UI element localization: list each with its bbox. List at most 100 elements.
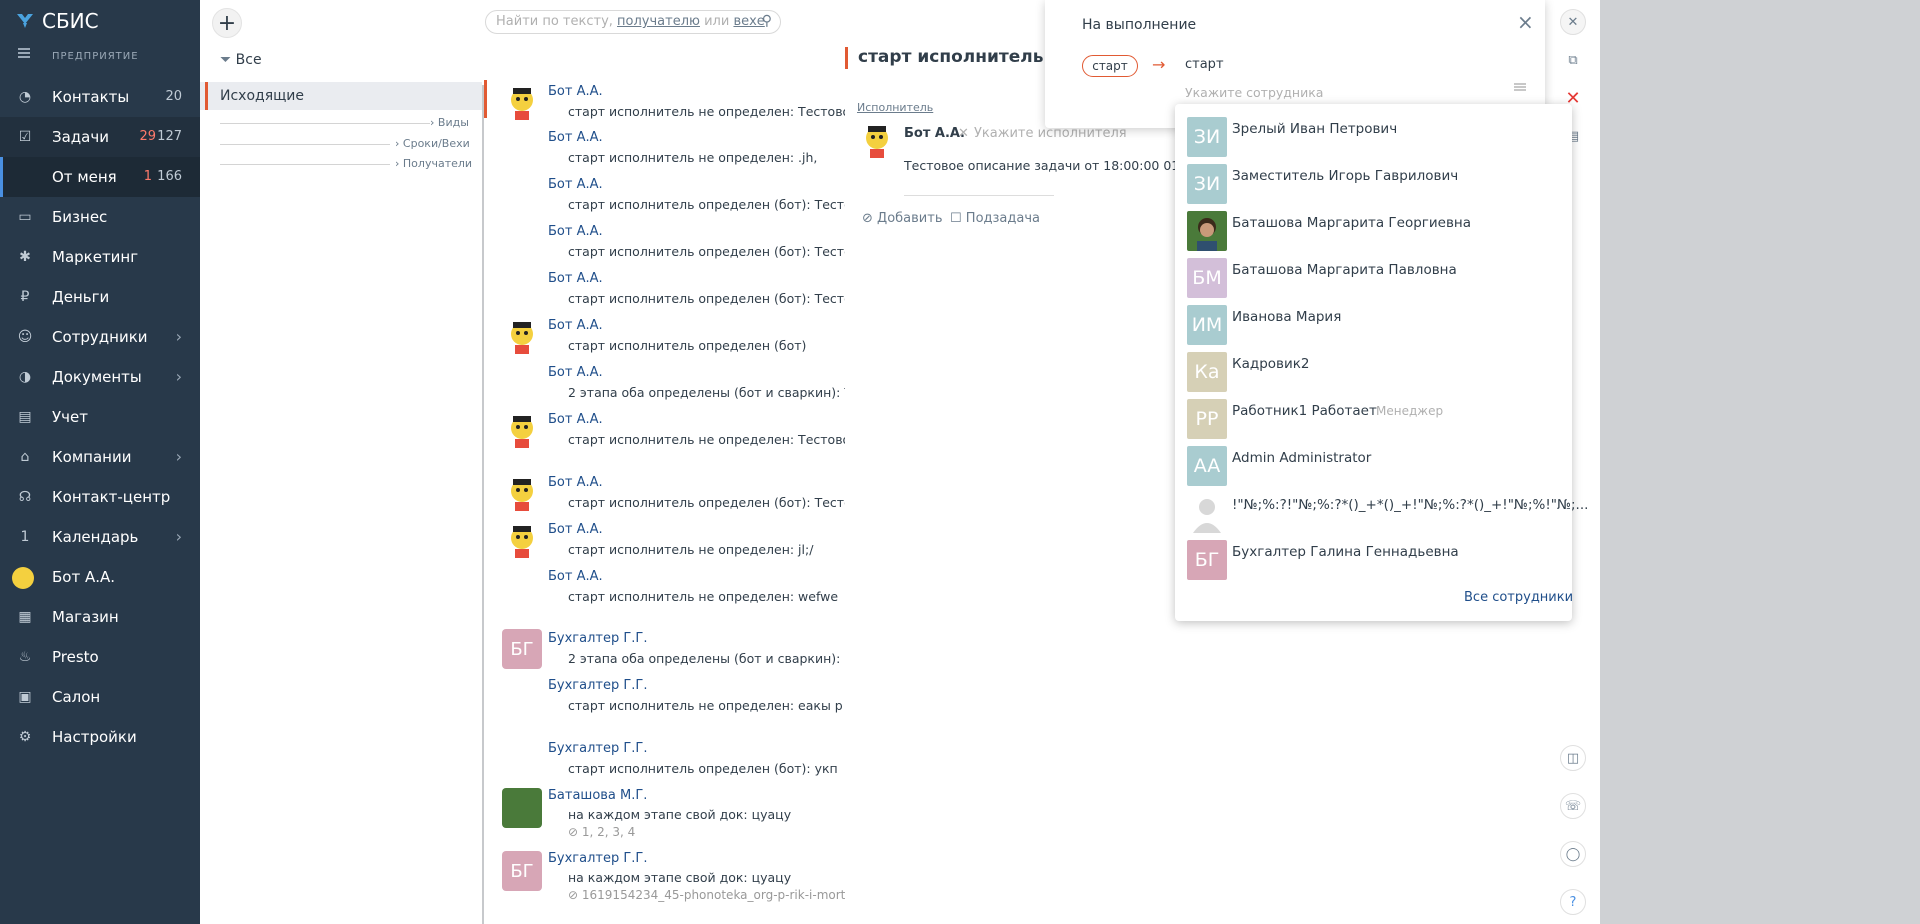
list-menu-icon[interactable] [1514, 86, 1526, 88]
executor-input[interactable]: Укажите исполнителя [974, 126, 1127, 141]
paperclip-icon: ⊘ [568, 888, 579, 902]
employee-name: !"№;%:?!"№;%:?*()_+*()_+!"№;%:?*()_+!"№;… [1232, 497, 1589, 513]
search-link-milestone[interactable]: вехе [733, 14, 764, 29]
filter-button[interactable]: ⏷ Все [220, 52, 262, 68]
list-item[interactable]: Бот А.А. старт исполнитель не определен:… [484, 126, 845, 170]
chevron-right-icon[interactable]: › [176, 327, 182, 346]
list-item[interactable]: Бот А.А. старт исполнитель определен (бо… [484, 173, 845, 217]
copy-icon[interactable]: ⧉ [1560, 47, 1586, 73]
employee-item[interactable]: AA Admin Administrator [1187, 446, 1567, 486]
nav-item-settings[interactable]: ⚙ Настройки [0, 717, 200, 757]
chevron-right-icon[interactable]: › [176, 367, 182, 386]
list-item[interactable]: Бот А.А. старт исполнитель не определен:… [484, 518, 845, 562]
task-description[interactable]: Тестовое описание задачи от 18:00:00 01.… [904, 158, 1199, 173]
menu-icon[interactable] [18, 52, 30, 54]
subtask-button[interactable]: ☐ Подзадача [950, 211, 1040, 226]
list-item[interactable]: Бухгалтер Г.Г. старт исполнитель определ… [484, 737, 845, 781]
nav-item-documents[interactable]: ◑ Документы › [0, 357, 200, 397]
list-item[interactable]: Бухгалтер Г.Г. старт исполнитель не опре… [484, 674, 845, 734]
executor-label[interactable]: Исполнитель [857, 101, 933, 114]
close-icon[interactable]: ✕ [1560, 9, 1586, 35]
group-deadlines[interactable]: › Сроки/Вехи [395, 137, 470, 150]
list-item-text: старт исполнитель не определен: jl;/ [568, 542, 814, 557]
stage-chip[interactable]: старт [1082, 55, 1138, 77]
search-input[interactable]: Найти по тексту, получателю или вехе ⚲ [485, 10, 781, 34]
task-title[interactable]: старт исполнитель не [858, 47, 1053, 67]
nav-item-shop[interactable]: ▦ Магазин [0, 597, 200, 637]
employee-item[interactable]: ИМ Иванова Мария [1187, 305, 1567, 345]
nav-label: Контакты [52, 88, 130, 106]
list-item-author: Бухгалтер Г.Г. [548, 631, 648, 646]
list-item[interactable]: Бот А.А. старт исполнитель не определен:… [484, 565, 845, 623]
list-item[interactable]: Бот А.А. старт исполнитель не определен:… [484, 408, 845, 468]
employee-item[interactable]: ЗИ Зрелый Иван Петрович [1187, 117, 1567, 157]
nav-item-money[interactable]: ₽ Деньги [0, 277, 200, 317]
list-item-author: Бот А.А. [548, 177, 603, 192]
group-types[interactable]: › Виды [430, 116, 469, 129]
employee-item[interactable]: БГ Бухгалтер Галина Геннадьевна [1187, 540, 1567, 580]
employee-item[interactable]: Баташова Маргарита Георгиевна [1187, 211, 1567, 251]
list-item[interactable]: Бот А.А. старт исполнитель определен (бо… [484, 471, 845, 515]
list-item-text: старт исполнитель определен (бот): Тесто… [568, 244, 845, 259]
sbis-logo-icon [17, 14, 33, 28]
add-attachment-button[interactable]: ⊘ Добавить [862, 211, 943, 226]
list-item-attachment[interactable]: ⊘ 1619154234_45-phonoteka_org-p-rik-i-mo… [568, 888, 845, 902]
list-item-author: Бухгалтер Г.Г. [548, 851, 648, 866]
help-icon[interactable]: ? [1560, 889, 1586, 915]
remove-executor-icon[interactable]: ✕ [958, 126, 969, 141]
list-item[interactable]: БГ Бухгалтер Г.Г. 2 этапа оба определены… [484, 627, 845, 671]
contacts-icon: ◔ [18, 89, 32, 105]
chevron-right-icon[interactable]: › [176, 447, 182, 466]
phone-icon[interactable]: ☏ [1560, 793, 1586, 819]
group-recipients[interactable]: › Получатели [395, 157, 472, 170]
bot-avatar [502, 410, 542, 450]
nav-item-tasks[interactable]: ☑ Задачи 29 127 [0, 117, 200, 157]
nav-label: Настройки [52, 728, 137, 746]
employee-item[interactable]: Ка Кадровик2 [1187, 352, 1567, 392]
list-item-attachment[interactable]: ⊘ 1, 2, 3, 4 [568, 825, 635, 839]
list-item[interactable]: Бот А.А. старт исполнитель определен (бо… [484, 314, 845, 358]
search-icon[interactable]: ⚲ [762, 13, 772, 29]
bot-avatar [502, 82, 542, 122]
nav-label: Бот А.А. [52, 568, 116, 586]
employee-item[interactable]: БМ Баташова Маргарита Павловна [1187, 258, 1567, 298]
nav-item-from-me[interactable]: От меня 1 166 [0, 157, 200, 197]
list-item[interactable]: Бот А.А. 2 этапа оба определены (бот и с… [484, 361, 845, 405]
close-icon[interactable]: × [1517, 10, 1534, 34]
list-item[interactable]: Бот А.А. старт исполнитель определен (бо… [484, 220, 845, 264]
list-item-text: на каждом этапе свой док: цуацу [568, 870, 792, 885]
nav-item-salon[interactable]: ▣ Салон [0, 677, 200, 717]
list-item[interactable]: Баташова М.Г. на каждом этапе свой док: … [484, 784, 845, 844]
employee-item[interactable]: РР Работник1 Работает Менеджер [1187, 399, 1567, 439]
employee-name: Заместитель Игорь Гаврилович [1232, 168, 1459, 184]
nav-item-contacts[interactable]: ◔ Контакты 20 [0, 77, 200, 117]
list-item-text: старт исполнитель определен (бот): укп [568, 761, 838, 776]
nav-item-business[interactable]: ▭ Бизнес [0, 197, 200, 237]
app-title[interactable]: СБИС [42, 9, 99, 33]
list-item-author: Бот А.А. [548, 84, 603, 99]
list-item[interactable]: Бот А.А. старт исполнитель определен (бо… [484, 267, 845, 311]
all-employees-link[interactable]: Все сотрудники [1464, 590, 1573, 605]
employee-search-input[interactable]: Укажите сотрудника [1185, 85, 1323, 100]
nav-item-staff[interactable]: ☺ Сотрудники › [0, 317, 200, 357]
nav-item-accounting[interactable]: ▤ Учет [0, 397, 200, 437]
nav-item-presto[interactable]: ♨ Presto [0, 637, 200, 677]
nav-item-companies[interactable]: ⌂ Компании › [0, 437, 200, 477]
executor-name[interactable]: Бот А.А. [904, 126, 965, 141]
list-item-text: на каждом этапе свой док: цуацу [568, 807, 792, 822]
list-item[interactable]: БГ Бухгалтер Г.Г. на каждом этапе свой д… [484, 847, 845, 907]
nav-item-calendar[interactable]: 1 Календарь › [0, 517, 200, 557]
note-icon[interactable]: ◫ [1560, 745, 1586, 771]
nav-item-marketing[interactable]: ✱ Маркетинг [0, 237, 200, 277]
group-outgoing[interactable]: Исходящие [220, 88, 304, 104]
list-item[interactable]: Бот А.А. старт исполнитель не определен:… [484, 80, 845, 124]
presto-icon: ♨ [18, 649, 32, 665]
employee-item[interactable]: ЗИ Заместитель Игорь Гаврилович [1187, 164, 1567, 204]
search-link-recipient[interactable]: получателю [617, 14, 700, 29]
add-task-button[interactable]: + [212, 8, 242, 38]
chat-icon[interactable]: ◯ [1560, 841, 1586, 867]
nav-item-bot[interactable]: Бот А.А. [0, 557, 200, 597]
nav-item-contact-center[interactable]: ☊ Контакт-центр [0, 477, 200, 517]
chevron-right-icon[interactable]: › [176, 527, 182, 546]
employee-item[interactable]: !"№;%:?!"№;%:?*()_+*()_+!"№;%:?*()_+!"№;… [1187, 493, 1588, 533]
